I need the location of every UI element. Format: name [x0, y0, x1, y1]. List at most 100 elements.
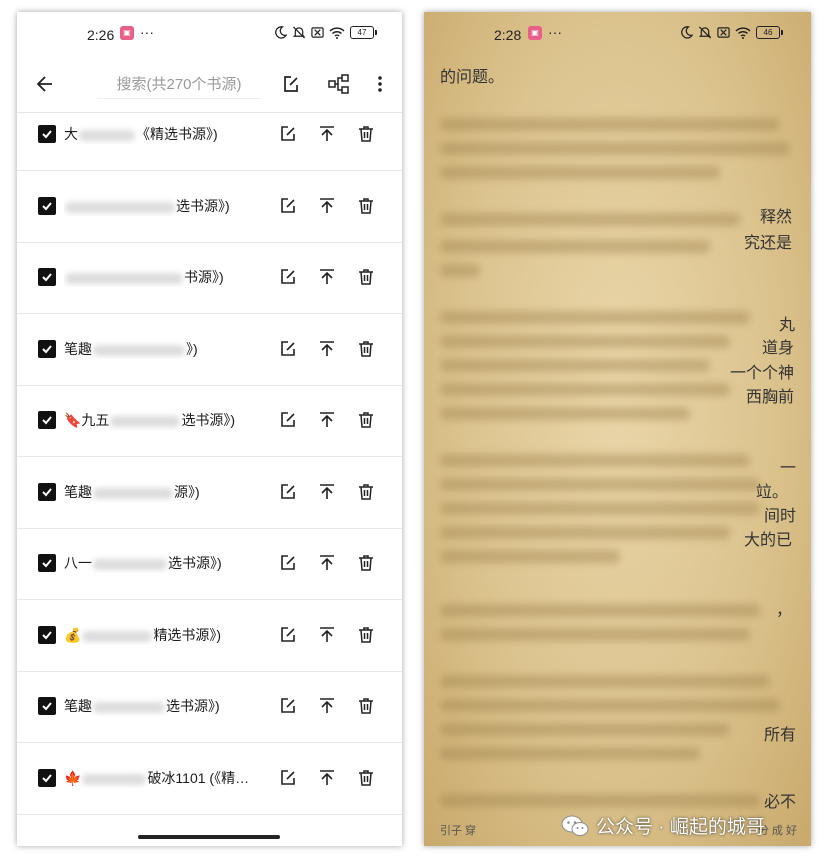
edit-icon	[281, 627, 295, 642]
wifi-icon	[735, 26, 751, 39]
edit-source-button[interactable]	[275, 479, 301, 505]
list-item[interactable]: 书源》)	[17, 242, 402, 314]
delete-button[interactable]	[353, 407, 379, 433]
move-to-top-button[interactable]	[314, 264, 340, 290]
move-to-top-button[interactable]	[314, 193, 340, 219]
checkbox[interactable]	[38, 340, 56, 358]
text-fragment: 大的已	[744, 532, 793, 549]
move-to-top-button[interactable]	[314, 765, 340, 791]
list-item[interactable]: 大《精选书源》)	[17, 99, 402, 171]
delete-button[interactable]	[353, 264, 379, 290]
list-item[interactable]: 🔖九五 选书源》)	[17, 385, 402, 457]
list-item[interactable]: 🍁 破冰1101 (《精…	[17, 743, 402, 815]
move-to-top-button[interactable]	[314, 121, 340, 147]
delete-button[interactable]	[353, 193, 379, 219]
back-arrow-icon	[36, 76, 52, 92]
delete-button[interactable]	[353, 479, 379, 505]
list-item[interactable]: 八一 选书源》)	[17, 528, 402, 600]
arrow-to-top-icon	[320, 770, 334, 785]
edit-source-button[interactable]	[275, 622, 301, 648]
tree-structure-icon	[328, 74, 349, 94]
edit-icon	[281, 126, 295, 141]
checkbox[interactable]	[38, 697, 56, 715]
trash-icon	[359, 770, 373, 786]
edit-icon	[281, 341, 295, 356]
group-button[interactable]	[325, 70, 353, 98]
arrow-to-top-icon	[320, 627, 334, 642]
source-name: 🍁 破冰1101 (《精…	[64, 770, 250, 786]
check-icon	[42, 416, 52, 425]
text-fragment: 一	[780, 460, 797, 477]
list-item[interactable]: 选书源》)	[17, 171, 402, 243]
check-icon	[42, 631, 52, 640]
edit-source-button[interactable]	[275, 765, 301, 791]
edit-icon	[284, 76, 298, 92]
watermark-text: 公众号 · 崛起的城哥	[596, 817, 765, 838]
checkbox[interactable]	[38, 197, 56, 215]
home-indicator[interactable]	[138, 835, 280, 839]
checkbox[interactable]	[38, 626, 56, 644]
edit-source-button[interactable]	[275, 407, 301, 433]
search-input[interactable]: 搜索(共270个书源)	[97, 72, 261, 99]
checkbox[interactable]	[38, 125, 56, 143]
arrow-to-top-icon	[320, 555, 334, 570]
check-icon	[42, 345, 52, 354]
source-name: 大《精选书源》)	[64, 126, 218, 142]
edit-source-button[interactable]	[275, 550, 301, 576]
delete-button[interactable]	[353, 622, 379, 648]
source-name: 书源》)	[64, 267, 260, 287]
delete-button[interactable]	[353, 765, 379, 791]
text-fragment: 竝。	[756, 484, 789, 501]
status-time: 2:26	[87, 27, 115, 43]
edit-source-button[interactable]	[275, 264, 301, 290]
edit-icon	[281, 198, 295, 213]
battery-icon: 47	[350, 26, 377, 39]
move-to-top-button[interactable]	[314, 407, 340, 433]
arrow-to-top-icon	[320, 341, 334, 356]
source-name: 笔趣 选书源》)	[64, 698, 220, 714]
checkbox[interactable]	[38, 769, 56, 787]
edit-source-button[interactable]	[275, 121, 301, 147]
arrow-to-top-icon	[320, 269, 334, 284]
delete-button[interactable]	[353, 693, 379, 719]
overflow-menu-button[interactable]	[366, 70, 394, 98]
list-item[interactable]: 💰 精选书源》)	[17, 600, 402, 672]
delete-button[interactable]	[353, 550, 379, 576]
move-to-top-button[interactable]	[314, 336, 340, 362]
move-to-top-button[interactable]	[314, 550, 340, 576]
trash-icon	[359, 341, 373, 357]
reader-screen[interactable]: 2:28 ▣ ··· 46 的问题。 释然 究还是 丸 道身 一个个神 西胸前 …	[424, 12, 811, 846]
edit-button[interactable]	[277, 70, 305, 98]
text-fragment: 究还是	[744, 235, 793, 252]
mute-icon	[698, 26, 712, 39]
check-icon	[42, 488, 52, 497]
book-source-screen: 2:26 ▣ ··· 47 搜索(共270个书源) 大《精选书源》) 选书源》)…	[17, 12, 402, 846]
edit-source-button[interactable]	[275, 336, 301, 362]
checkbox[interactable]	[38, 411, 56, 429]
arrow-to-top-icon	[320, 484, 334, 499]
source-name: 选书源》)	[64, 196, 260, 216]
delete-button[interactable]	[353, 121, 379, 147]
list-item[interactable]: 笔趣 选书源》)	[17, 671, 402, 743]
move-to-top-button[interactable]	[314, 622, 340, 648]
edit-icon	[281, 555, 295, 570]
delete-button[interactable]	[353, 336, 379, 362]
text-fragment: 所有	[764, 727, 797, 744]
text-fragment: 丸	[779, 317, 796, 334]
edit-source-button[interactable]	[275, 193, 301, 219]
move-to-top-button[interactable]	[314, 693, 340, 719]
checkbox[interactable]	[38, 554, 56, 572]
checkbox[interactable]	[38, 268, 56, 286]
more-notifications-icon: ···	[548, 24, 562, 40]
checkbox[interactable]	[38, 483, 56, 501]
moon-icon	[275, 26, 287, 39]
edit-icon	[281, 269, 295, 284]
status-bar: 2:26 ▣ ··· 47	[17, 12, 402, 56]
edit-source-button[interactable]	[275, 693, 301, 719]
source-name: 🔖九五 选书源》)	[64, 412, 236, 428]
back-button[interactable]	[31, 70, 59, 98]
list-item[interactable]: 笔趣 》)	[17, 314, 402, 386]
list-item[interactable]: 笔趣 源》)	[17, 457, 402, 529]
move-to-top-button[interactable]	[314, 479, 340, 505]
source-name: 💰 精选书源》)	[64, 627, 222, 643]
